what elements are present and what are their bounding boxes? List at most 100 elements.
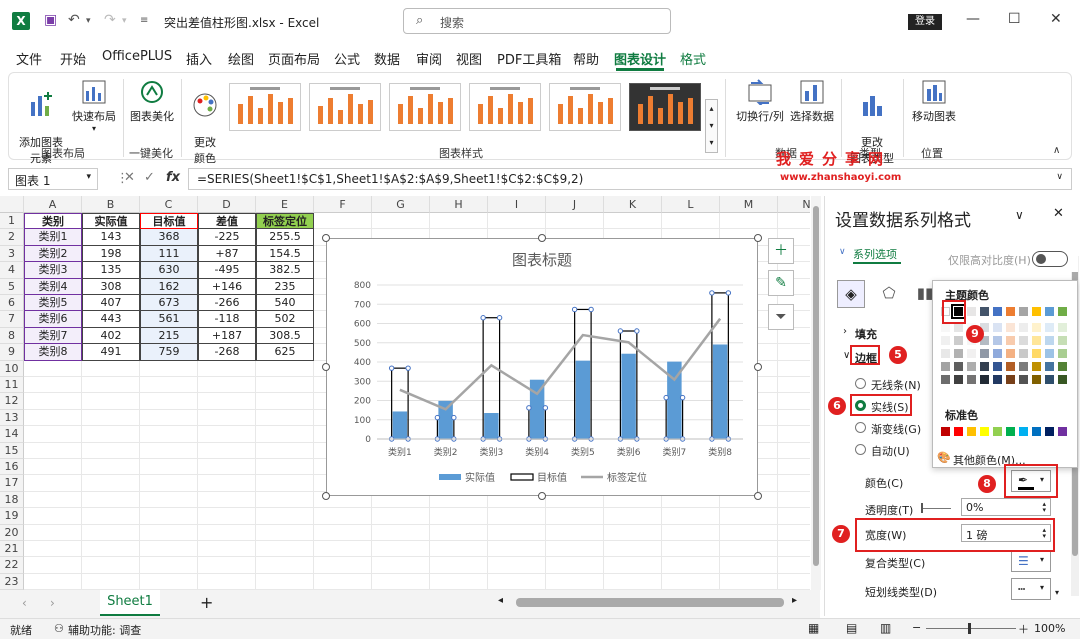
theme-color-shade-swatch[interactable] bbox=[1019, 349, 1028, 358]
panel-options-dropdown-icon[interactable]: ∨ bbox=[1015, 208, 1024, 222]
enter-icon[interactable]: ✓ bbox=[144, 170, 155, 185]
fill-section[interactable]: 填充 bbox=[855, 326, 877, 342]
add-sheet-icon[interactable]: + bbox=[200, 593, 213, 612]
menu-page-layout[interactable]: 页面布局 bbox=[268, 49, 320, 68]
chart-resize-handle[interactable] bbox=[754, 234, 762, 242]
row-header[interactable]: 11 bbox=[0, 377, 24, 394]
chart-filter-icon[interactable]: ⏷ bbox=[768, 304, 794, 330]
row-header[interactable]: 4 bbox=[0, 262, 24, 279]
chart-resize-handle[interactable] bbox=[538, 492, 546, 500]
dash-type-dropdown[interactable]: ┅ ▾ bbox=[1011, 578, 1051, 600]
table-cell[interactable]: 561 bbox=[140, 311, 198, 328]
row-header[interactable]: 2 bbox=[0, 229, 24, 246]
theme-color-shade-swatch[interactable] bbox=[1058, 375, 1067, 384]
standard-color-swatch[interactable] bbox=[1045, 427, 1054, 436]
theme-color-shade-swatch[interactable] bbox=[941, 323, 950, 332]
standard-color-swatch[interactable] bbox=[967, 427, 976, 436]
theme-color-shade-swatch[interactable] bbox=[954, 323, 963, 332]
column-header[interactable]: A bbox=[24, 196, 82, 213]
standard-color-swatch[interactable] bbox=[1019, 427, 1028, 436]
menu-officeplus[interactable]: OfficePLUS bbox=[102, 49, 172, 64]
theme-color-shade-swatch[interactable] bbox=[941, 362, 950, 371]
styles-scroll[interactable]: ▴ ▾ ▾ bbox=[705, 99, 718, 153]
theme-color-shade-swatch[interactable] bbox=[1006, 336, 1015, 345]
panel-scroll-down-icon[interactable]: ▾ bbox=[1055, 588, 1059, 597]
series-options-label[interactable]: 系列选项 bbox=[853, 246, 897, 262]
scroll-left-icon[interactable]: ◂ bbox=[498, 595, 503, 606]
row-header[interactable]: 23 bbox=[0, 573, 24, 590]
table-cell[interactable]: 235 bbox=[256, 278, 314, 295]
theme-color-shade-swatch[interactable] bbox=[1032, 349, 1041, 358]
undo-icon[interactable]: ↶ bbox=[68, 12, 80, 28]
row-header[interactable]: 20 bbox=[0, 524, 24, 541]
expand-formula-icon[interactable]: ∨ bbox=[1056, 172, 1063, 182]
table-cell[interactable]: +146 bbox=[198, 278, 256, 295]
chart-styles-brush-icon[interactable]: ✎ bbox=[768, 270, 794, 296]
theme-color-shade-swatch[interactable] bbox=[967, 375, 976, 384]
table-cell[interactable]: 135 bbox=[82, 262, 140, 279]
menu-formulas[interactable]: 公式 bbox=[334, 49, 360, 68]
standard-color-swatch[interactable] bbox=[954, 427, 963, 436]
table-cell[interactable]: 类别4 bbox=[24, 278, 82, 295]
prev-sheet-icon[interactable]: ‹ bbox=[22, 596, 27, 610]
table-cell[interactable]: -268 bbox=[198, 344, 256, 361]
theme-color-shade-swatch[interactable] bbox=[980, 349, 989, 358]
move-chart-button[interactable]: 移动图表 bbox=[907, 79, 961, 124]
table-cell[interactable]: 308 bbox=[82, 278, 140, 295]
row-header[interactable]: 21 bbox=[0, 541, 24, 558]
table-cell[interactable]: 类别1 bbox=[24, 229, 82, 246]
table-cell[interactable]: 402 bbox=[82, 327, 140, 345]
name-box-dropdown-icon[interactable]: ▾ bbox=[86, 172, 91, 182]
row-header[interactable]: 6 bbox=[0, 295, 24, 312]
table-cell[interactable]: 308.5 bbox=[256, 327, 314, 345]
page-layout-view-icon[interactable]: ▤ bbox=[846, 621, 857, 635]
table-header-cell[interactable]: 标签定位 bbox=[256, 213, 314, 230]
row-header[interactable]: 3 bbox=[0, 245, 24, 263]
table-cell[interactable]: 类别7 bbox=[24, 327, 82, 345]
zoom-in-icon[interactable]: ＋ bbox=[1018, 621, 1029, 637]
chart-resize-handle[interactable] bbox=[754, 492, 762, 500]
chart-style-thumb[interactable] bbox=[309, 83, 381, 131]
menu-pdf-tools[interactable]: PDF工具箱 bbox=[497, 49, 561, 68]
chart-resize-handle[interactable] bbox=[538, 234, 546, 242]
vertical-scroll-thumb[interactable] bbox=[813, 206, 819, 566]
table-cell[interactable]: -225 bbox=[198, 229, 256, 246]
vertical-scrollbar[interactable] bbox=[811, 196, 821, 590]
row-header[interactable]: 18 bbox=[0, 491, 24, 509]
standard-color-swatch[interactable] bbox=[993, 427, 1002, 436]
table-cell[interactable]: 630 bbox=[140, 262, 198, 279]
row-header[interactable]: 19 bbox=[0, 508, 24, 525]
menu-draw[interactable]: 绘图 bbox=[228, 49, 254, 68]
column-header[interactable]: F bbox=[314, 196, 372, 213]
chart-resize-handle[interactable] bbox=[754, 363, 762, 371]
menu-file[interactable]: 文件 bbox=[16, 49, 42, 68]
normal-view-icon[interactable]: ▦ bbox=[808, 621, 819, 635]
theme-color-shade-swatch[interactable] bbox=[1045, 336, 1054, 345]
standard-color-swatch[interactable] bbox=[941, 427, 950, 436]
row-header[interactable]: 5 bbox=[0, 278, 24, 295]
table-cell[interactable]: -118 bbox=[198, 311, 256, 328]
theme-color-swatch[interactable] bbox=[967, 307, 976, 316]
redo-dropdown-icon[interactable]: ▾ bbox=[122, 16, 127, 26]
zoom-level[interactable]: 100% bbox=[1034, 622, 1065, 635]
login-button[interactable]: 登录 bbox=[908, 14, 942, 30]
cancel-icon[interactable]: ✕ bbox=[124, 170, 135, 185]
transparency-slider[interactable] bbox=[921, 508, 951, 509]
theme-color-shade-swatch[interactable] bbox=[1019, 336, 1028, 345]
table-cell[interactable]: 215 bbox=[140, 327, 198, 345]
horizontal-scroll-thumb[interactable] bbox=[516, 598, 784, 607]
auto-line-radio[interactable] bbox=[855, 444, 866, 455]
table-cell[interactable]: 类别3 bbox=[24, 262, 82, 279]
zoom-out-icon[interactable]: − bbox=[912, 621, 921, 634]
table-cell[interactable]: 673 bbox=[140, 295, 198, 312]
column-header[interactable]: J bbox=[546, 196, 604, 213]
table-cell[interactable]: 540 bbox=[256, 295, 314, 312]
table-cell[interactable]: 625 bbox=[256, 344, 314, 361]
transparency-slider-thumb[interactable] bbox=[921, 503, 923, 513]
zoom-slider[interactable] bbox=[926, 628, 1016, 629]
column-header[interactable]: D bbox=[198, 196, 256, 213]
theme-color-shade-swatch[interactable] bbox=[1006, 375, 1015, 384]
table-cell[interactable]: 类别6 bbox=[24, 311, 82, 328]
theme-color-shade-swatch[interactable] bbox=[1006, 323, 1015, 332]
column-header[interactable]: H bbox=[430, 196, 488, 213]
